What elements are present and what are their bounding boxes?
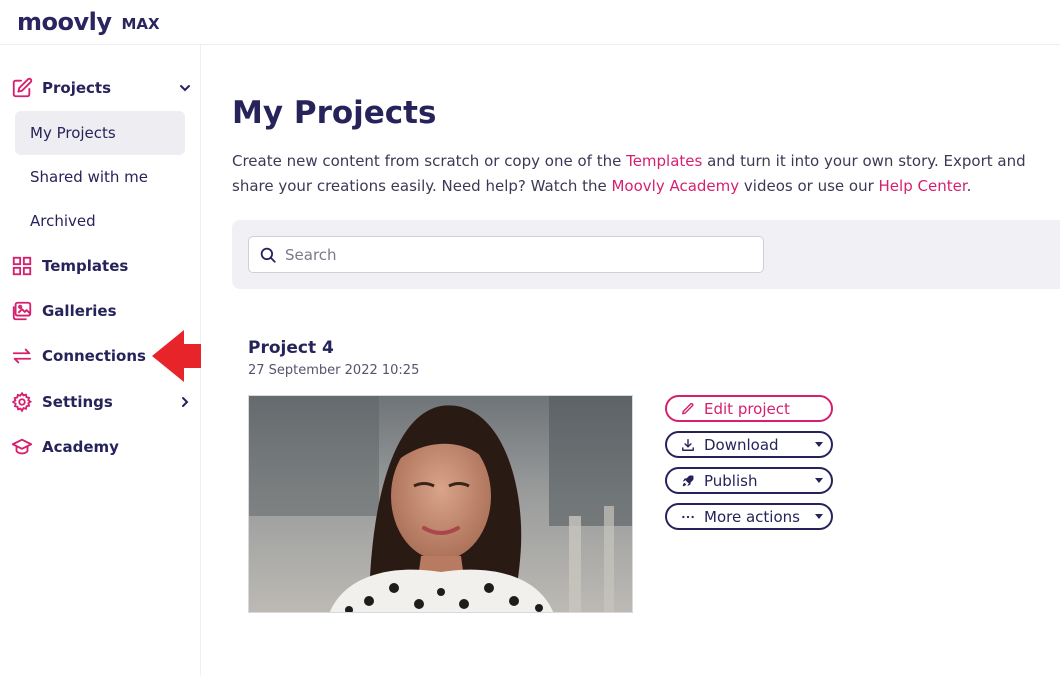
page-title: My Projects xyxy=(232,95,437,131)
project-thumbnail[interactable] xyxy=(248,395,633,613)
publish-button[interactable]: Publish xyxy=(665,467,833,494)
sidebar-subitem-label: Shared with me xyxy=(30,168,149,186)
sidebar-item-academy[interactable]: Academy xyxy=(0,429,201,465)
edit-project-button[interactable]: Edit project xyxy=(665,395,833,422)
ellipsis-icon xyxy=(682,515,694,519)
caret-down-icon xyxy=(815,442,823,447)
templates-link[interactable]: Templates xyxy=(626,152,702,170)
sidebar-item-label: Galleries xyxy=(42,302,117,320)
graduation-cap-icon xyxy=(11,438,33,455)
download-label: Download xyxy=(704,436,779,454)
main-content: My Projects Create new content from scra… xyxy=(201,45,1060,676)
moovly-logo[interactable]: moovly MAX xyxy=(17,6,160,38)
rocket-icon xyxy=(682,475,694,487)
search-box[interactable] xyxy=(248,236,764,273)
chevron-right-icon[interactable] xyxy=(177,394,193,410)
intro-text: Create new content from scratch or copy … xyxy=(232,152,1026,195)
search-panel xyxy=(232,220,1060,289)
sidebar-item-templates[interactable]: Templates xyxy=(0,248,201,284)
caret-down-icon xyxy=(815,514,823,519)
download-icon xyxy=(682,439,694,451)
logo-badge: MAX xyxy=(121,14,160,33)
gear-icon xyxy=(11,391,33,413)
arrows-exchange-icon xyxy=(12,348,32,364)
search-icon xyxy=(260,247,276,263)
chevron-down-icon[interactable] xyxy=(177,80,193,96)
edit-square-icon xyxy=(12,77,33,98)
project-date: 27 September 2022 10:25 xyxy=(248,363,420,378)
caret-down-icon xyxy=(815,478,823,483)
more-actions-button[interactable]: More actions xyxy=(665,503,833,530)
gallery-icon xyxy=(12,301,32,321)
project-title[interactable]: Project 4 xyxy=(248,338,334,358)
publish-label: Publish xyxy=(704,472,758,490)
sidebar-item-label: Academy xyxy=(42,438,119,456)
grid-icon xyxy=(12,256,32,276)
sidebar-subitem-shared-with-me[interactable]: Shared with me xyxy=(15,155,185,199)
moovly-academy-link[interactable]: Moovly Academy xyxy=(611,177,739,195)
sidebar-item-projects[interactable]: Projects xyxy=(0,70,201,106)
edit-project-label: Edit project xyxy=(704,400,790,418)
logo-wordmark: moovly xyxy=(17,8,112,36)
sidebar-item-label: Settings xyxy=(42,393,113,411)
more-actions-label: More actions xyxy=(704,508,800,526)
search-input[interactable] xyxy=(285,237,755,272)
top-bar: moovly MAX xyxy=(0,0,1060,45)
pencil-icon xyxy=(682,403,694,415)
sidebar-item-galleries[interactable]: Galleries xyxy=(0,293,201,329)
sidebar-subitem-label: Archived xyxy=(30,212,96,230)
sidebar-subitem-label: My Projects xyxy=(30,124,116,142)
sidebar-subitem-my-projects[interactable]: My Projects xyxy=(15,111,185,155)
sidebar-item-label: Projects xyxy=(42,79,112,97)
sidebar-item-label: Connections xyxy=(42,347,146,365)
sidebar-item-label: Templates xyxy=(42,257,129,275)
sidebar-item-settings[interactable]: Settings xyxy=(0,384,201,420)
sidebar-subitem-archived[interactable]: Archived xyxy=(15,199,185,243)
help-center-link[interactable]: Help Center xyxy=(879,177,967,195)
thumbnail-image xyxy=(249,396,632,612)
download-button[interactable]: Download xyxy=(665,431,833,458)
